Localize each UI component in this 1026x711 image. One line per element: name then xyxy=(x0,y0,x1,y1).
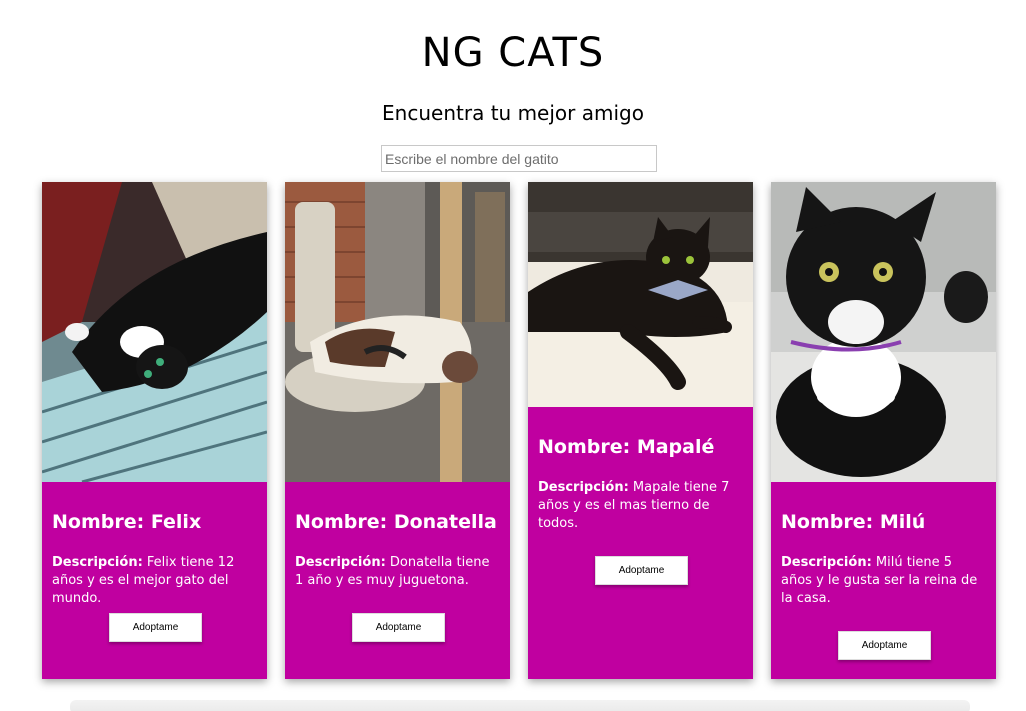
page-title: NG CATS xyxy=(421,30,605,76)
description-label: Descripción: xyxy=(781,555,872,570)
cat-card-milu: Nombre: Milú Descripción: Milú tiene 5 a… xyxy=(771,182,996,679)
cat-description: Descripción: Felix tiene 12 años y es el… xyxy=(52,554,257,608)
cat-description: Descripción: Milú tiene 5 años y le gust… xyxy=(781,554,986,608)
adopt-button[interactable]: Adoptame xyxy=(595,556,688,585)
description-label: Descripción: xyxy=(538,480,629,495)
adopt-button[interactable]: Adoptame xyxy=(838,631,931,660)
page: NG CATS Encuentra tu mejor amigo Escribe… xyxy=(0,0,1026,711)
cat-name: Nombre: Donatella xyxy=(295,511,497,533)
cat-name: Nombre: Felix xyxy=(52,511,202,533)
adopt-button[interactable]: Adoptame xyxy=(109,613,202,642)
cat-photo-donatella xyxy=(285,182,510,482)
cat-name: Nombre: Milú xyxy=(781,511,926,533)
cat-card-felix: Nombre: Felix Descripción: Felix tiene 1… xyxy=(42,182,267,679)
cat-card-donatella: Nombre: Donatella Descripción: Donatella… xyxy=(285,182,510,679)
cat-photo-milu xyxy=(771,182,996,482)
footer-edge xyxy=(70,700,970,711)
description-label: Descripción: xyxy=(295,555,386,570)
search-input[interactable] xyxy=(381,145,657,172)
cat-description: Descripción: Donatella tiene 1 año y es … xyxy=(295,554,500,590)
description-label: Descripción: xyxy=(52,555,143,570)
adopt-button[interactable]: Adoptame xyxy=(352,613,445,642)
cat-name: Nombre: Mapalé xyxy=(538,436,715,458)
cat-card-mapale: Nombre: Mapalé Descripción: Mapale tiene… xyxy=(528,182,753,679)
cat-photo-felix xyxy=(42,182,267,482)
page-subtitle: Encuentra tu mejor amigo xyxy=(382,101,644,125)
cat-photo-mapale xyxy=(528,182,753,407)
cat-description: Descripción: Mapale tiene 7 años y es el… xyxy=(538,479,743,533)
